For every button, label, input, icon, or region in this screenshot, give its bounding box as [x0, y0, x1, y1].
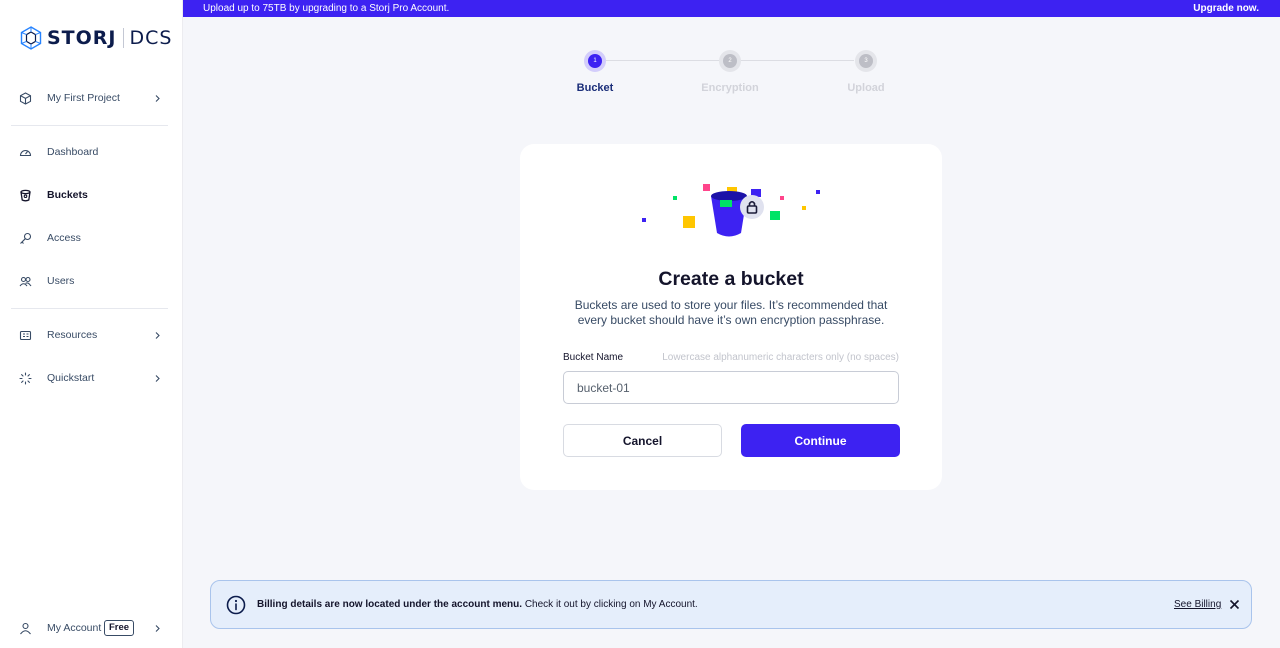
- see-billing-link[interactable]: See Billing: [1174, 599, 1221, 610]
- logo-separator: [122, 28, 124, 48]
- cancel-button[interactable]: Cancel: [563, 424, 722, 457]
- sidebar-item-resources[interactable]: Resources: [0, 315, 182, 355]
- sidebar-divider: [11, 308, 168, 309]
- info-icon: [226, 595, 246, 615]
- bucket-name-hint: Lowercase alphanumeric characters only (…: [662, 352, 899, 363]
- sidebar-item-label: Dashboard: [47, 146, 99, 158]
- create-bucket-card: Create a bucket Buckets are used to stor…: [520, 144, 942, 490]
- bucket-icon: [19, 189, 32, 202]
- cube-icon: [19, 91, 32, 105]
- bucket-illustration: [642, 184, 820, 237]
- account-label: My Account: [47, 622, 102, 634]
- key-icon: [19, 232, 32, 245]
- account-menu[interactable]: My Account Free: [0, 608, 182, 648]
- sidebar-item-quickstart[interactable]: Quickstart: [0, 358, 182, 398]
- step-number: 2: [723, 54, 737, 68]
- chevron-right-icon: [155, 94, 160, 102]
- sidebar-item-label: Resources: [47, 329, 98, 341]
- sidebar-item-users[interactable]: Users: [0, 261, 182, 301]
- storj-logo-icon: [20, 26, 42, 50]
- sidebar-item-label: Quickstart: [47, 372, 95, 384]
- continue-button[interactable]: Continue: [741, 424, 900, 457]
- logo-brand: STORJ: [47, 27, 117, 49]
- sidebar-item-access[interactable]: Access: [0, 218, 182, 258]
- upgrade-link[interactable]: Upgrade now.: [1193, 3, 1259, 14]
- project-selector[interactable]: My First Project: [0, 78, 182, 118]
- project-name: My First Project: [47, 92, 120, 104]
- chevron-right-icon: [155, 374, 160, 382]
- dashboard-icon: [19, 146, 32, 159]
- sidebar-item-label: Buckets: [47, 189, 88, 201]
- sidebar-item-buckets[interactable]: Buckets: [0, 175, 182, 215]
- upgrade-banner: Upload up to 75TB by upgrading to a Stor…: [183, 0, 1280, 17]
- step-connector: [606, 60, 719, 61]
- plan-badge: Free: [104, 620, 135, 636]
- logo-product: DCS: [129, 27, 173, 49]
- bucket-name-input[interactable]: [563, 371, 899, 404]
- sidebar-item-label: Access: [47, 232, 81, 244]
- billing-notification: Billing details are now located under th…: [210, 580, 1252, 629]
- step-2-indicator: 2: [719, 50, 741, 72]
- book-icon: [19, 329, 32, 342]
- banner-text: Upload up to 75TB by upgrading to a Stor…: [203, 3, 450, 14]
- notification-bold: Billing details are now located under th…: [257, 599, 523, 610]
- step-1-label: Bucket: [576, 82, 614, 94]
- notification-message: Billing details are now located under th…: [257, 599, 698, 610]
- sidebar-item-dashboard[interactable]: Dashboard: [0, 132, 182, 172]
- step-2-label: Encryption: [701, 82, 759, 94]
- sidebar-item-label: Users: [47, 275, 75, 287]
- sidebar: STORJ DCS My First Project Dashboard Buc…: [0, 0, 183, 648]
- step-1-indicator: 1: [584, 50, 606, 72]
- sidebar-divider: [11, 125, 168, 126]
- step-connector: [741, 60, 854, 61]
- chevron-right-icon: [155, 331, 160, 339]
- notification-text: Check it out by clicking on My Account.: [522, 599, 698, 610]
- user-icon: [19, 622, 32, 635]
- card-description: Buckets are used to store your files. It…: [574, 298, 888, 327]
- step-number: 1: [588, 54, 602, 68]
- bucket-name-label: Bucket Name: [563, 352, 624, 363]
- card-title: Create a bucket: [658, 268, 804, 290]
- step-3-indicator: 3: [855, 50, 877, 72]
- step-3-label: Upload: [847, 82, 885, 94]
- close-icon[interactable]: [1229, 599, 1240, 610]
- step-number: 3: [859, 54, 873, 68]
- spinner-icon: [19, 371, 32, 385]
- chevron-right-icon: [155, 624, 160, 632]
- users-icon: [19, 275, 32, 288]
- storj-logo[interactable]: STORJ DCS: [20, 24, 172, 52]
